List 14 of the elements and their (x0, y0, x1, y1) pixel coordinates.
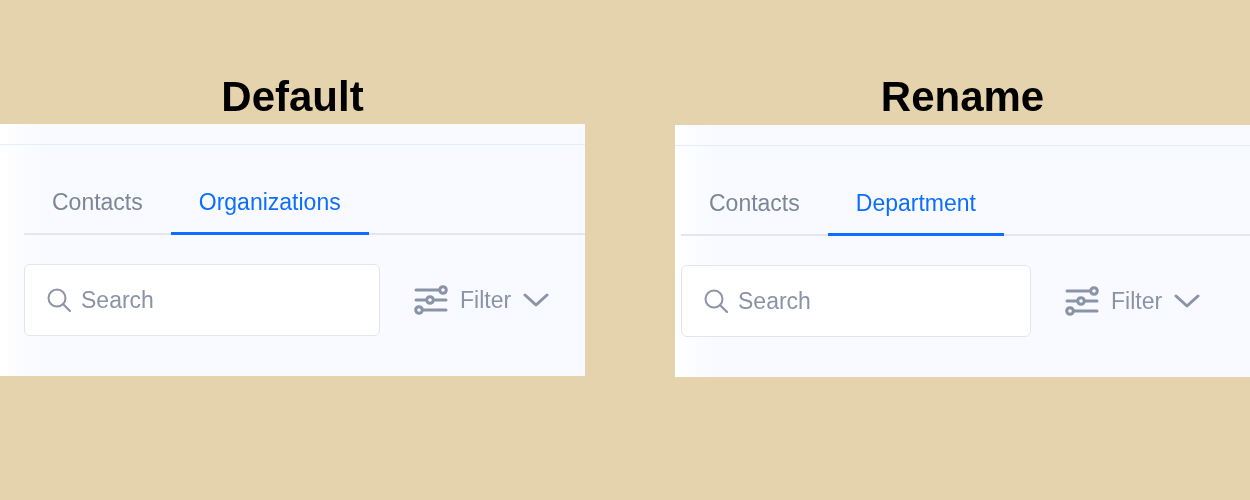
search-field[interactable]: Search (681, 265, 1031, 337)
sliders-icon (414, 284, 448, 316)
sliders-icon (1065, 285, 1099, 317)
filter-button[interactable]: Filter (1065, 285, 1201, 317)
tab[interactable]: Organizations (170, 145, 369, 235)
chevron-down-icon (1174, 293, 1201, 309)
filter-button[interactable]: Filter (414, 284, 550, 316)
comparison-heading: Default (220, 72, 365, 122)
search-field[interactable]: Search (24, 264, 380, 336)
tab[interactable]: Contacts (24, 145, 171, 235)
tab[interactable]: Contacts (681, 146, 828, 236)
chevron-down-icon (523, 292, 550, 308)
tab[interactable]: Department (827, 146, 1004, 236)
comparison-heading: Rename (879, 72, 1046, 122)
